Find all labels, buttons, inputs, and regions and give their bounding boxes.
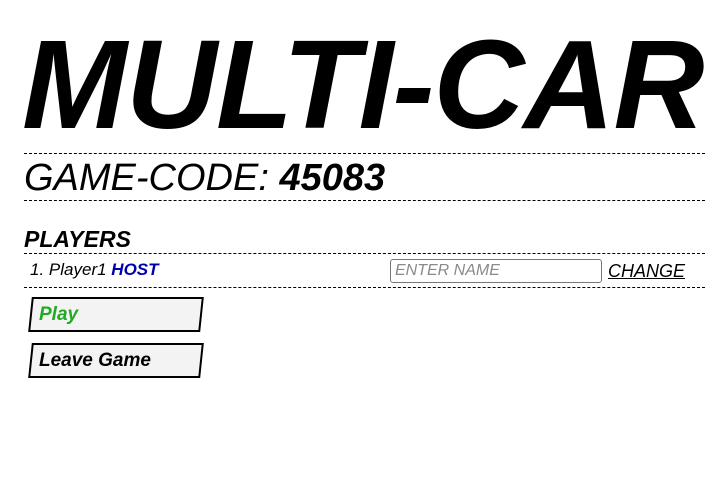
- host-badge: HOST: [111, 260, 159, 279]
- game-code-value: 45083: [279, 157, 386, 199]
- game-code: GAME-CODE: 45083: [24, 157, 385, 199]
- leave-game-button-label: Leave Game: [39, 350, 151, 371]
- divider: [24, 200, 705, 201]
- player-name: Player1: [48, 260, 107, 279]
- player-list-item: 1. Player1 HOST: [30, 259, 159, 281]
- divider: [24, 287, 705, 288]
- divider: [24, 153, 705, 154]
- name-input[interactable]: [390, 259, 602, 283]
- players-heading: PLAYERS: [24, 226, 131, 252]
- divider: [24, 253, 705, 254]
- leave-game-button[interactable]: Leave Game: [28, 343, 204, 378]
- app-title: MULTI-CAR: [22, 14, 704, 155]
- play-button-label: Play: [39, 304, 79, 325]
- player-number: 1.: [30, 260, 45, 279]
- change-name-link[interactable]: CHANGE: [608, 260, 685, 282]
- game-code-label: GAME-CODE:: [24, 157, 269, 199]
- play-button[interactable]: Play: [28, 297, 204, 332]
